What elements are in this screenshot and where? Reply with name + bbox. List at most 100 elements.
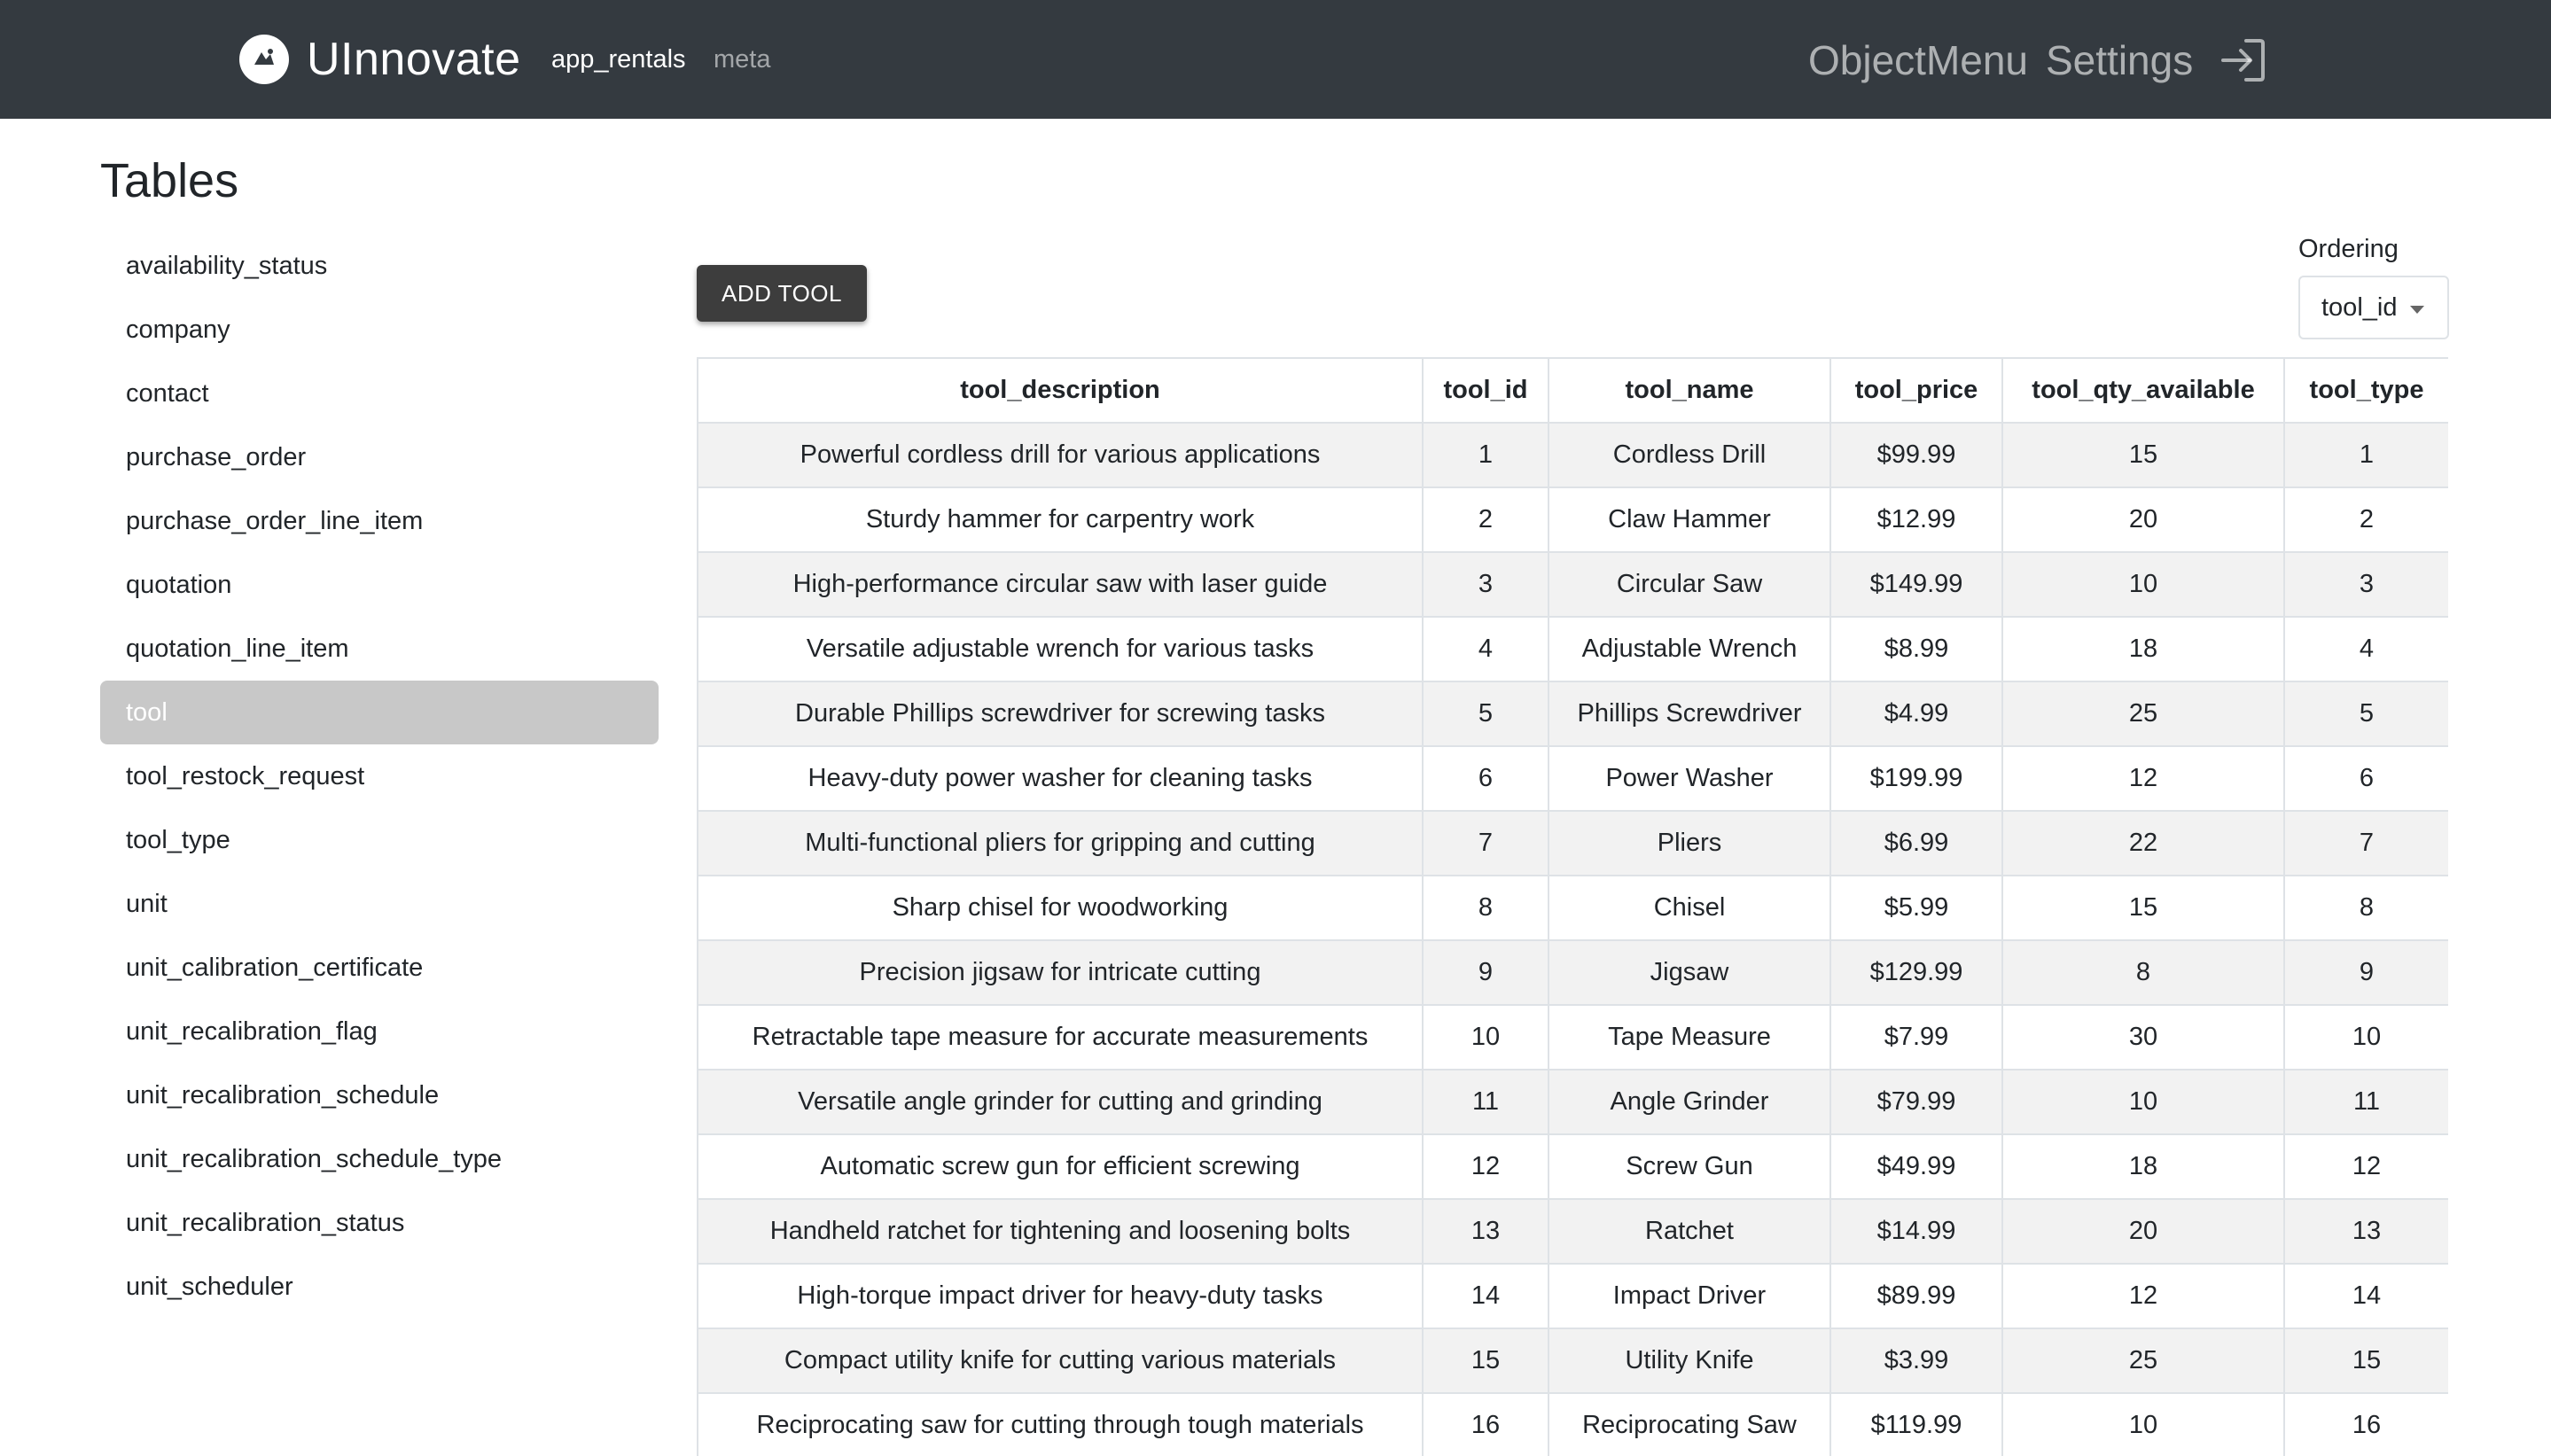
sidebar-item-unit-recalibration-schedule-type[interactable]: unit_recalibration_schedule_type bbox=[100, 1127, 659, 1191]
table-cell-tool-qty-available: 10 bbox=[2001, 1392, 2285, 1456]
column-header-tool-id[interactable]: tool_id bbox=[1422, 357, 1549, 424]
sidebar-item-unit-recalibration-status[interactable]: unit_recalibration_status bbox=[100, 1191, 659, 1255]
page-title: Tables bbox=[100, 154, 239, 207]
add-tool-button[interactable]: ADD TOOL bbox=[697, 265, 867, 322]
sidebar-item-quotation-line-item[interactable]: quotation_line_item bbox=[100, 617, 659, 681]
sidebar-item-unit-recalibration-flag[interactable]: unit_recalibration_flag bbox=[100, 1000, 659, 1063]
table-row[interactable]: High-torque impact driver for heavy-duty… bbox=[697, 1263, 2448, 1329]
ordering-select[interactable]: tool_id bbox=[2298, 276, 2449, 339]
table-cell-tool-id: 15 bbox=[1422, 1328, 1549, 1394]
table-row[interactable]: Retractable tape measure for accurate me… bbox=[697, 1004, 2448, 1071]
table-cell-tool-description: Reciprocating saw for cutting through to… bbox=[697, 1392, 1424, 1456]
table-cell-tool-price: $8.99 bbox=[1829, 616, 2003, 682]
table-row[interactable]: Compact utility knife for cutting variou… bbox=[697, 1328, 2448, 1394]
table-row[interactable]: Multi-functional pliers for gripping and… bbox=[697, 810, 2448, 876]
brand-name: UInnovate bbox=[307, 34, 521, 85]
logout-icon[interactable] bbox=[2216, 34, 2269, 87]
sidebar-item-quotation[interactable]: quotation bbox=[100, 553, 659, 617]
sidebar-item-company[interactable]: company bbox=[100, 298, 659, 362]
sidebar-item-unit[interactable]: unit bbox=[100, 872, 659, 936]
table-cell-tool-name: Screw Gun bbox=[1548, 1133, 1831, 1200]
table-cell-tool-type: 11 bbox=[2283, 1069, 2448, 1135]
table-cell-tool-description: Sturdy hammer for carpentry work bbox=[697, 487, 1424, 553]
table-cell-tool-name: Ratchet bbox=[1548, 1198, 1831, 1265]
table-cell-tool-price: $6.99 bbox=[1829, 810, 2003, 876]
sidebar-item-unit-calibration-certificate[interactable]: unit_calibration_certificate bbox=[100, 936, 659, 1000]
table-cell-tool-type: 15 bbox=[2283, 1328, 2448, 1394]
table-cell-tool-type: 8 bbox=[2283, 875, 2448, 941]
table-cell-tool-name: Power Washer bbox=[1548, 745, 1831, 812]
table-cell-tool-qty-available: 18 bbox=[2001, 1133, 2285, 1200]
table-cell-tool-price: $99.99 bbox=[1829, 422, 2003, 488]
nav-link-meta[interactable]: meta bbox=[714, 43, 770, 76]
column-header-tool-price[interactable]: tool_price bbox=[1829, 357, 2003, 424]
table-cell-tool-description: Retractable tape measure for accurate me… bbox=[697, 1004, 1424, 1071]
table-cell-tool-type: 5 bbox=[2283, 681, 2448, 747]
table-cell-tool-qty-available: 10 bbox=[2001, 551, 2285, 618]
sidebar-item-purchase-order-line-item[interactable]: purchase_order_line_item bbox=[100, 489, 659, 553]
table-cell-tool-price: $7.99 bbox=[1829, 1004, 2003, 1071]
sidebar-item-availability-status[interactable]: availability_status bbox=[100, 234, 659, 298]
table-cell-tool-name: Angle Grinder bbox=[1548, 1069, 1831, 1135]
table-row[interactable]: Handheld ratchet for tightening and loos… bbox=[697, 1198, 2448, 1265]
table-row[interactable]: Automatic screw gun for efficient screwi… bbox=[697, 1133, 2448, 1200]
table-cell-tool-type: 4 bbox=[2283, 616, 2448, 682]
table-row[interactable]: Heavy-duty power washer for cleaning tas… bbox=[697, 745, 2448, 812]
table-cell-tool-description: Sharp chisel for woodworking bbox=[697, 875, 1424, 941]
table-row[interactable]: Powerful cordless drill for various appl… bbox=[697, 422, 2448, 488]
table-cell-tool-id: 12 bbox=[1422, 1133, 1549, 1200]
column-header-tool-qty-available[interactable]: tool_qty_available bbox=[2001, 357, 2285, 424]
table-cell-tool-name: Phillips Screwdriver bbox=[1548, 681, 1831, 747]
nav-link-settings[interactable]: Settings bbox=[2046, 34, 2193, 87]
table-cell-tool-name: Jigsaw bbox=[1548, 939, 1831, 1006]
table-cell-tool-price: $14.99 bbox=[1829, 1198, 2003, 1265]
table-cell-tool-qty-available: 30 bbox=[2001, 1004, 2285, 1071]
table-cell-tool-type: 3 bbox=[2283, 551, 2448, 618]
table-cell-tool-qty-available: 18 bbox=[2001, 616, 2285, 682]
table-row[interactable]: High-performance circular saw with laser… bbox=[697, 551, 2448, 618]
table-cell-tool-qty-available: 12 bbox=[2001, 1263, 2285, 1329]
nav-link-app-rentals[interactable]: app_rentals bbox=[551, 43, 686, 76]
column-header-tool-name[interactable]: tool_name bbox=[1548, 357, 1831, 424]
sidebar-item-unit-recalibration-schedule[interactable]: unit_recalibration_schedule bbox=[100, 1063, 659, 1127]
table-cell-tool-name: Cordless Drill bbox=[1548, 422, 1831, 488]
table-row[interactable]: Sturdy hammer for carpentry work 2 Claw Ha… bbox=[697, 487, 2448, 553]
table-cell-tool-qty-available: 22 bbox=[2001, 810, 2285, 876]
sidebar-item-purchase-order[interactable]: purchase_order bbox=[100, 425, 659, 489]
table-row[interactable]: Sharp chisel for woodworking 8 Chisel $5.99… bbox=[697, 875, 2448, 941]
table-cell-tool-description: Automatic screw gun for efficient screwi… bbox=[697, 1133, 1424, 1200]
table-cell-tool-type: 13 bbox=[2283, 1198, 2448, 1265]
brand-logo-icon bbox=[239, 35, 289, 84]
table-row[interactable]: Reciprocating saw for cutting through to… bbox=[697, 1392, 2448, 1456]
table-cell-tool-qty-available: 20 bbox=[2001, 1198, 2285, 1265]
table-cell-tool-price: $199.99 bbox=[1829, 745, 2003, 812]
sidebar-item-contact[interactable]: contact bbox=[100, 362, 659, 425]
table-cell-tool-type: 2 bbox=[2283, 487, 2448, 553]
table-cell-tool-description: Multi-functional pliers for gripping and… bbox=[697, 810, 1424, 876]
table-cell-tool-type: 10 bbox=[2283, 1004, 2448, 1071]
table-cell-tool-type: 9 bbox=[2283, 939, 2448, 1006]
sidebar-item-tool[interactable]: tool bbox=[100, 681, 659, 744]
sidebar-item-unit-scheduler[interactable]: unit_scheduler bbox=[100, 1255, 659, 1319]
table-cell-tool-description: Heavy-duty power washer for cleaning tas… bbox=[697, 745, 1424, 812]
table-cell-tool-qty-available: 10 bbox=[2001, 1069, 2285, 1135]
table-cell-tool-id: 14 bbox=[1422, 1263, 1549, 1329]
ordering-label: Ordering bbox=[2298, 235, 2399, 263]
table-row[interactable]: Durable Phillips screwdriver for screwin… bbox=[697, 681, 2448, 747]
table-row[interactable]: Precision jigsaw for intricate cutting 9 J… bbox=[697, 939, 2448, 1006]
table-cell-tool-qty-available: 8 bbox=[2001, 939, 2285, 1006]
table-cell-tool-id: 8 bbox=[1422, 875, 1549, 941]
column-header-tool-description[interactable]: tool_description bbox=[697, 357, 1424, 424]
table-cell-tool-qty-available: 15 bbox=[2001, 422, 2285, 488]
table-row[interactable]: Versatile angle grinder for cutting and … bbox=[697, 1069, 2448, 1135]
sidebar-item-tool-restock-request[interactable]: tool_restock_request bbox=[100, 744, 659, 808]
brand-link[interactable]: UInnovate bbox=[239, 34, 521, 85]
table-cell-tool-price: $12.99 bbox=[1829, 487, 2003, 553]
table-row[interactable]: Versatile adjustable wrench for various … bbox=[697, 616, 2448, 682]
top-navbar: UInnovate app_rentals meta ObjectMenu Se… bbox=[0, 0, 2551, 119]
column-header-tool-type[interactable]: tool_type bbox=[2283, 357, 2448, 424]
table-cell-tool-name: Impact Driver bbox=[1548, 1263, 1831, 1329]
sidebar-item-tool-type[interactable]: tool_type bbox=[100, 808, 659, 872]
table-cell-tool-qty-available: 25 bbox=[2001, 681, 2285, 747]
nav-link-objectmenu[interactable]: ObjectMenu bbox=[1808, 34, 2028, 87]
